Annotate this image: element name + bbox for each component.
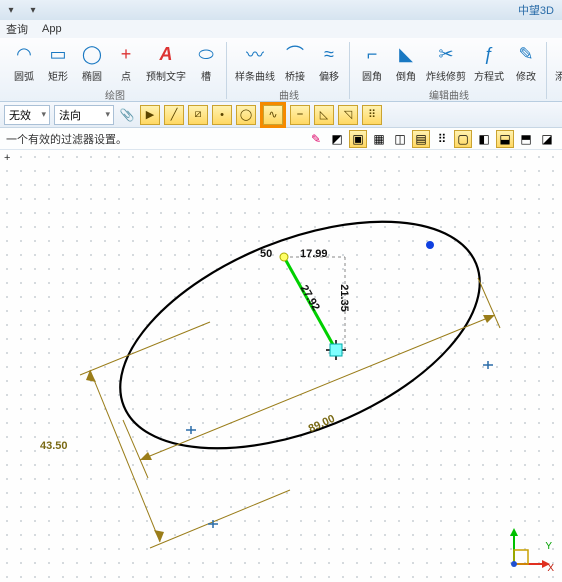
tb-tri2[interactable]: ◹: [338, 105, 358, 125]
sketch-overlay: [0, 150, 562, 582]
qat-dropdown[interactable]: ▾: [4, 3, 18, 17]
mode-combo[interactable]: 无效: [4, 105, 50, 125]
direction-combo[interactable]: 法向: [54, 105, 114, 125]
expand-plus[interactable]: +: [4, 152, 10, 164]
tb-tri[interactable]: ◺: [314, 105, 334, 125]
tb-wave[interactable]: ∿: [263, 105, 283, 125]
equation-button[interactable]: ƒ方程式: [472, 42, 506, 83]
endpoint-handle[interactable]: [280, 253, 288, 261]
fillet-icon: ⌐: [360, 42, 384, 66]
group-label-draw: 绘图: [105, 87, 125, 102]
cap3-icon[interactable]: ◪: [538, 130, 556, 148]
spline-icon: 〰: [243, 42, 267, 66]
ellipse-shape[interactable]: [88, 176, 512, 495]
offset-icon: ≈: [317, 42, 341, 66]
ribbon-group-draw: ◠圆弧 ▭矩形 ◯椭圆 +点 A预制文字 ⬭槽 绘图: [4, 42, 227, 99]
cube2-icon[interactable]: ▣: [349, 130, 367, 148]
offset-button[interactable]: ≈偏移: [315, 42, 343, 83]
point-button[interactable]: +点: [112, 42, 140, 83]
rect-button[interactable]: ▭矩形: [44, 42, 72, 83]
status-message: 一个有效的过滤器设置。: [6, 131, 127, 147]
tb-circle[interactable]: ◯: [236, 105, 256, 125]
ellipse-point[interactable]: [426, 241, 434, 249]
group-label-edit: 编辑曲线: [429, 87, 469, 102]
cube4-icon[interactable]: ◫: [391, 130, 409, 148]
secondary-toolbar: 无效 法向 📎 ▶ ╱ ⧄ • ◯ ∿ ⎯ ◺ ◹ ⠿: [0, 102, 562, 128]
tb-slash[interactable]: ╱: [164, 105, 184, 125]
modify-icon: ✎: [514, 42, 538, 66]
square-icon[interactable]: ▢: [454, 130, 472, 148]
grid-icon[interactable]: ▤: [412, 130, 430, 148]
ribbon-group-curve: 〰样条曲线 ⌒桥接 ≈偏移 曲线: [229, 42, 350, 99]
dots-icon[interactable]: ⠿: [433, 130, 451, 148]
center-handle[interactable]: [330, 344, 342, 356]
cube1-icon[interactable]: ◩: [328, 130, 346, 148]
dim-seg2[interactable]: 21.35: [338, 284, 350, 312]
tb-grip[interactable]: ⠿: [362, 105, 382, 125]
point-icon: +: [114, 42, 138, 66]
bridge-icon: ⌒: [283, 42, 307, 66]
chamfer-icon: ◣: [394, 42, 418, 66]
tb-dot[interactable]: •: [212, 105, 232, 125]
group-label-curve: 曲线: [279, 87, 299, 102]
menu-query[interactable]: 查询: [6, 21, 28, 37]
ribbon-group-edit: ⌐圆角 ◣倒角 ✂炸线修剪 ƒ方程式 ✎修改 编辑曲线: [352, 42, 547, 99]
fillet-button[interactable]: ⌐圆角: [358, 42, 386, 83]
cap2-icon[interactable]: ⬒: [517, 130, 535, 148]
status-line: 一个有效的过滤器设置。 ✎ ◩ ▣ ▦ ◫ ▤ ⠿ ▢ ◧ ⬓ ⬒ ◪: [0, 128, 562, 150]
axis-x: X: [547, 563, 554, 574]
text-icon: A: [154, 42, 178, 66]
equation-icon: ƒ: [477, 42, 501, 66]
tb-slash2[interactable]: ⧄: [188, 105, 208, 125]
arc-icon: ◠: [12, 42, 36, 66]
text-button[interactable]: A预制文字: [146, 42, 186, 83]
axis-y: Y: [545, 541, 552, 552]
trim-icon: ✂: [434, 42, 458, 66]
spline-button[interactable]: 〰样条曲线: [235, 42, 275, 83]
dim-minor-group: [80, 322, 290, 548]
ellipse-icon: ◯: [80, 42, 104, 66]
app-title: 中望3D: [518, 2, 558, 18]
sketch-canvas[interactable]: 89.00 43.50 27.92 21.35 17.99 50 Y X +: [0, 150, 562, 582]
menu-app[interactable]: App: [42, 23, 62, 35]
slot-icon: ⬭: [194, 42, 218, 66]
titlebar: ▾ ▾ 中望3D: [0, 0, 562, 20]
qat-dropdown-2[interactable]: ▾: [26, 3, 40, 17]
dim-r[interactable]: 50: [260, 248, 272, 260]
arc-button[interactable]: ◠圆弧: [10, 42, 38, 83]
menubar: 查询 App: [0, 20, 562, 38]
cube3-icon[interactable]: ▦: [370, 130, 388, 148]
cap-icon[interactable]: ⬓: [496, 130, 514, 148]
pencil-icon[interactable]: ✎: [307, 130, 325, 148]
clip-icon[interactable]: 📎: [118, 106, 136, 124]
slot-button[interactable]: ⬭槽: [192, 42, 220, 83]
modify-button[interactable]: ✎修改: [512, 42, 540, 83]
fill-icon[interactable]: ◧: [475, 130, 493, 148]
rect-icon: ▭: [46, 42, 70, 66]
tb-play[interactable]: ▶: [140, 105, 160, 125]
ribbon: ◠圆弧 ▭矩形 ◯椭圆 +点 A预制文字 ⬭槽 绘图 〰样条曲线 ⌒桥接 ≈偏移…: [0, 38, 562, 102]
ellipse-button[interactable]: ◯椭圆: [78, 42, 106, 83]
addcon-button[interactable]: ⊥添加约束: [555, 42, 562, 83]
chamfer-button[interactable]: ◣倒角: [392, 42, 420, 83]
dim-minor[interactable]: 43.50: [40, 440, 68, 452]
bridge-button[interactable]: ⌒桥接: [281, 42, 309, 83]
ribbon-group-constraint: ⊥添加约束 ⏚固定 HOR水平 约束: [549, 42, 562, 99]
constraint-marks: [186, 361, 493, 528]
tb-bar[interactable]: ⎯: [290, 105, 310, 125]
axis-triad: Y X: [506, 526, 552, 572]
trim-button[interactable]: ✂炸线修剪: [426, 42, 466, 83]
dim-top[interactable]: 17.99: [300, 248, 328, 260]
